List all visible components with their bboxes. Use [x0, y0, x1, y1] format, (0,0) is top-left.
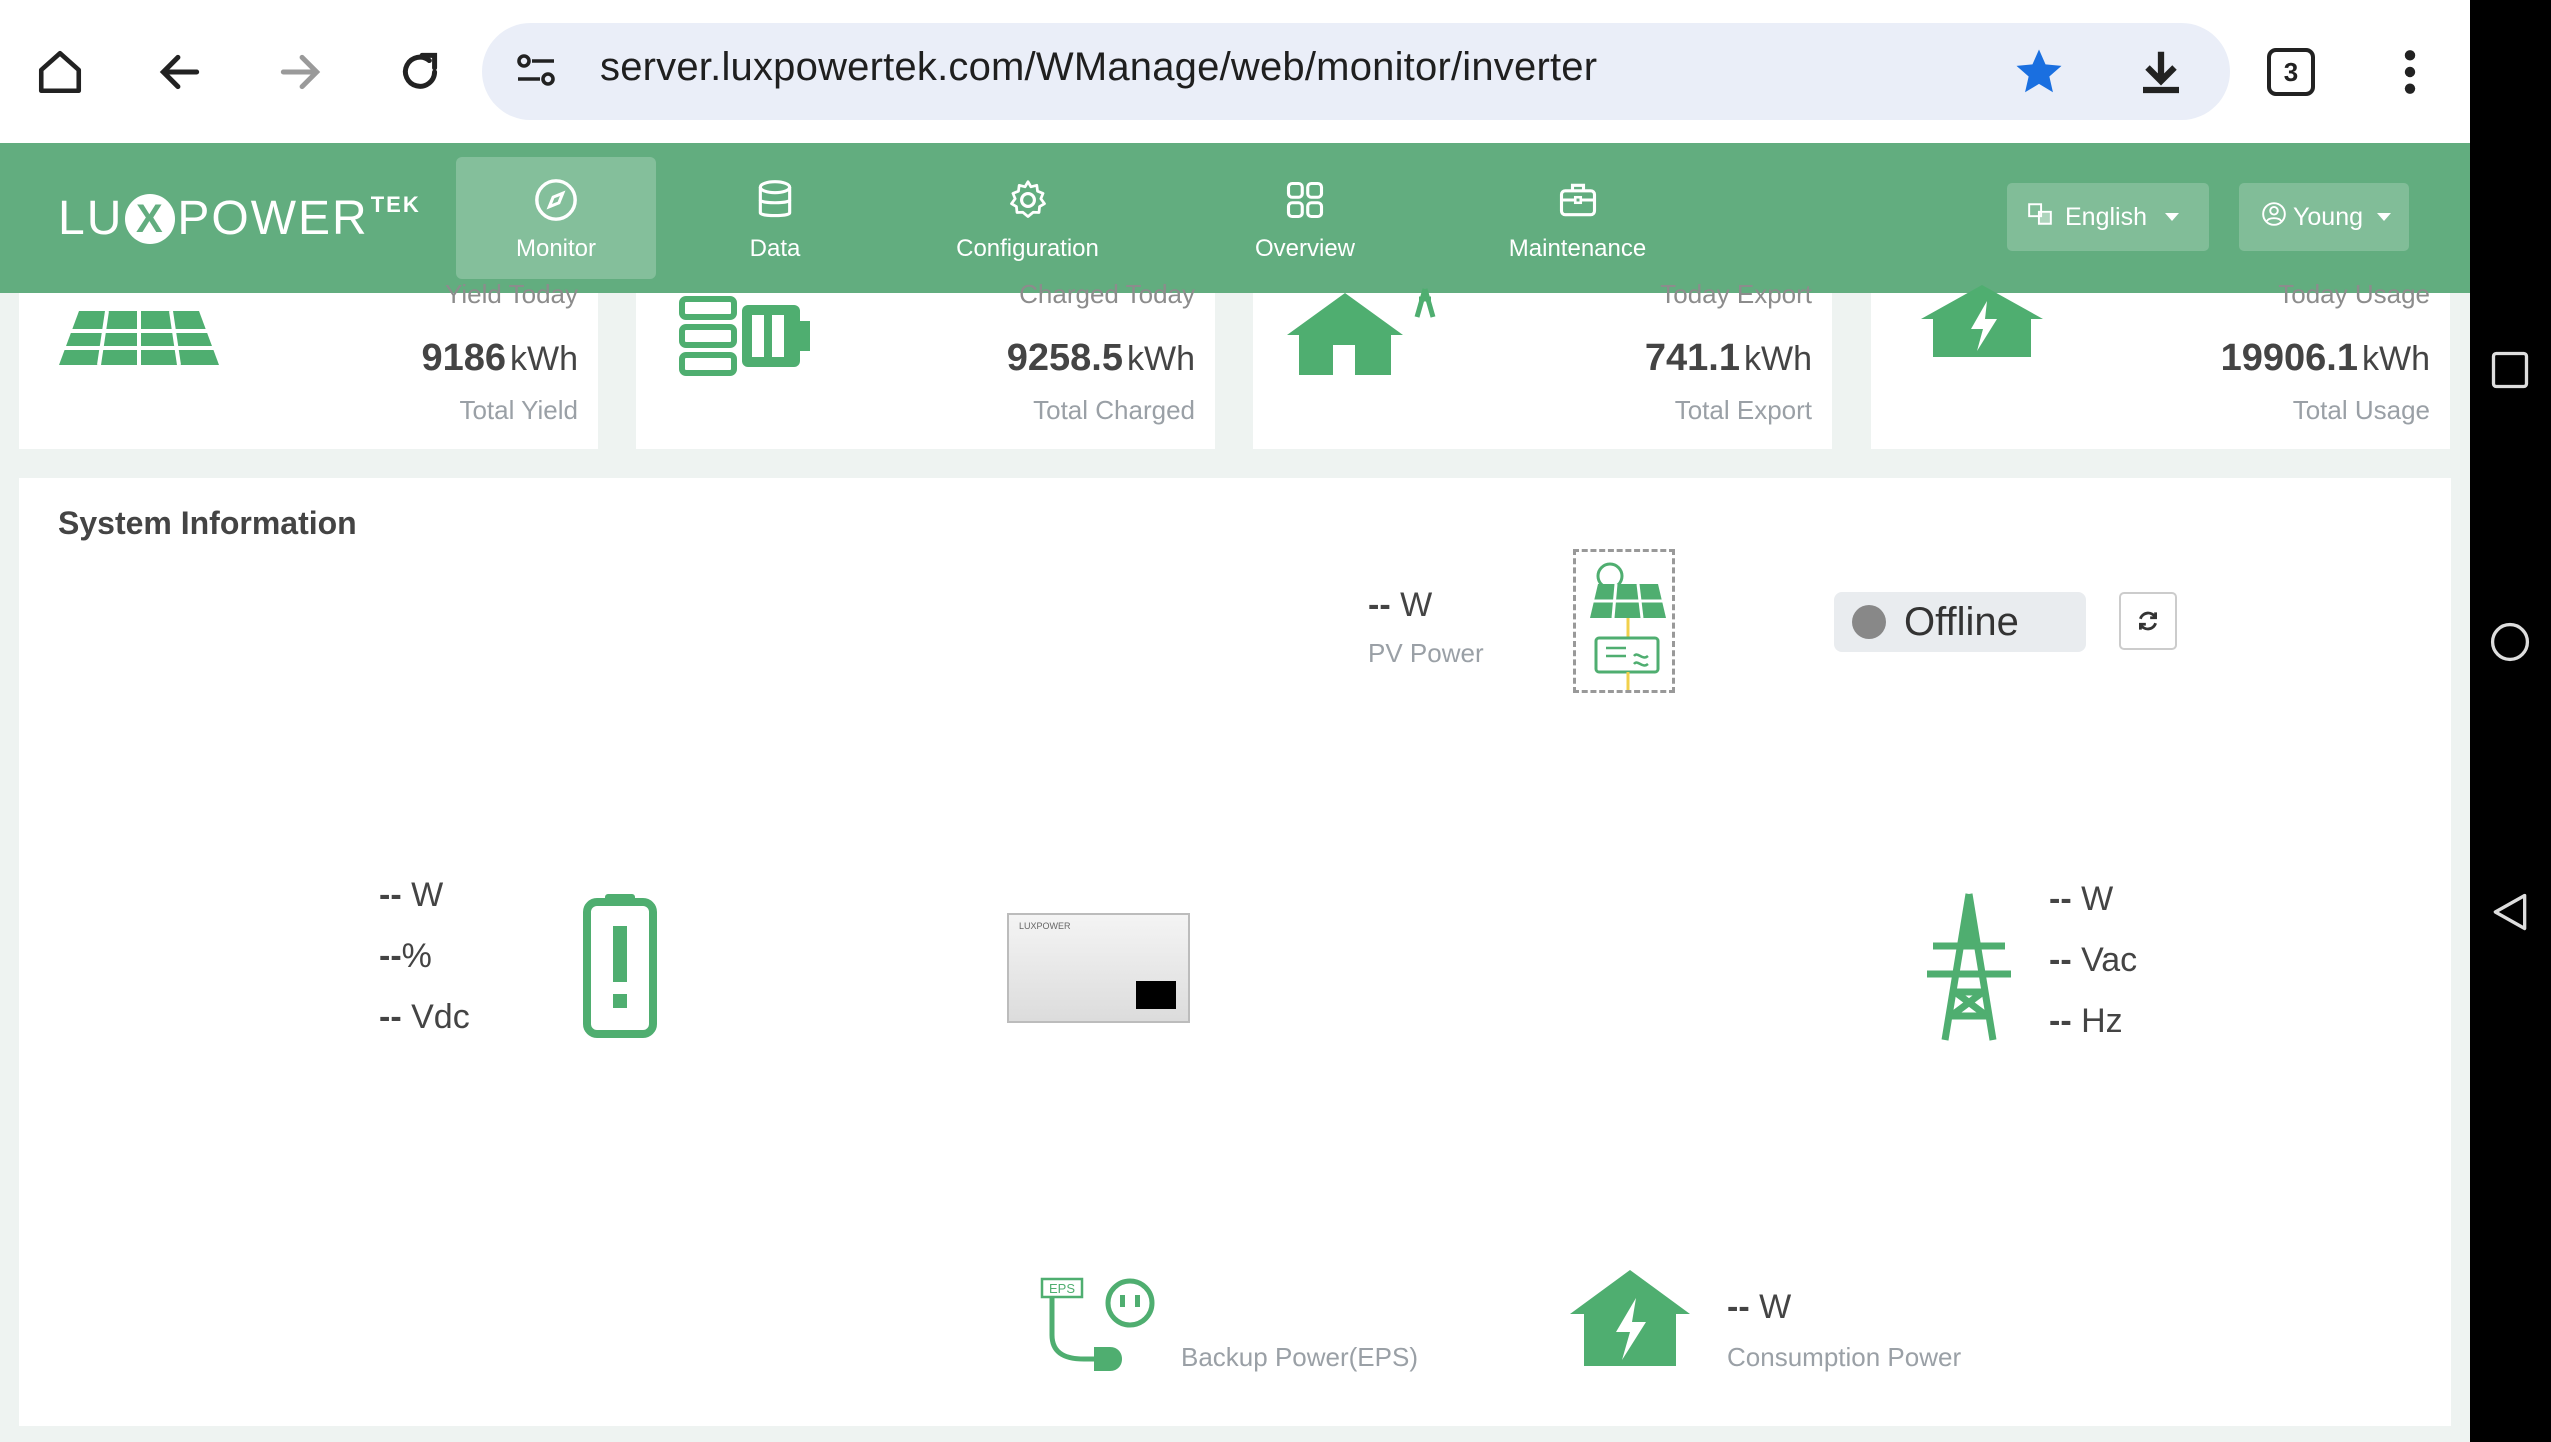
android-home-icon[interactable]	[2488, 620, 2532, 664]
battery-bank-icon	[678, 295, 812, 382]
home-icon[interactable]	[30, 42, 90, 102]
stat-card-usage: Today Usage 19906.1 kWh Total Usage	[1871, 279, 2450, 449]
android-back-icon[interactable]	[2488, 890, 2532, 934]
battery-alert-icon	[583, 892, 657, 1043]
status-badge: Offline	[1834, 592, 2086, 652]
database-icon	[680, 167, 870, 223]
grid-frequency-value: -- Hz	[2049, 1002, 2123, 1040]
battery-voltage-value: -- Vdc	[379, 998, 470, 1036]
house-tower-icon	[1281, 285, 1441, 382]
bookmark-star-icon[interactable]	[2012, 45, 2066, 104]
url-text[interactable]: server.luxpowertek.com/WManage/web/monit…	[600, 45, 1597, 90]
more-options-icon[interactable]	[2380, 42, 2440, 102]
battery-soc-value: --%	[379, 937, 432, 975]
status-dot	[1852, 605, 1886, 639]
inverter-screen	[1136, 981, 1176, 1009]
house-bolt-icon	[1917, 285, 2047, 362]
forward-arrow-icon[interactable]	[270, 42, 330, 102]
refresh-button[interactable]	[2119, 592, 2177, 650]
gear-icon	[910, 167, 1145, 223]
battery-power-value: -- W	[379, 876, 444, 914]
caret-down-icon	[2165, 213, 2179, 221]
stat-card-yield: Yield Today 9186 kWh Total Yield	[19, 279, 598, 449]
eps-badge-text: EPS	[1049, 1281, 1075, 1296]
total-charged-value: 9258.5 kWh	[1006, 337, 1195, 379]
stat-card-charged: Charged Today 9258.5 kWh Total Charged	[636, 279, 1215, 449]
nav-maintenance[interactable]: Maintenance	[1485, 157, 1670, 279]
grid-tower-icon	[1925, 892, 2013, 1047]
tab-switcher-button[interactable]: 3	[2267, 48, 2315, 96]
total-usage-value: 19906.1 kWh	[2220, 337, 2430, 379]
grid-icon	[1220, 167, 1390, 223]
browser-toolbar: server.luxpowertek.com/WManage/web/monit…	[0, 0, 2470, 143]
caret-down-icon	[2377, 213, 2391, 221]
address-bar[interactable]: server.luxpowertek.com/WManage/web/monit…	[482, 23, 2230, 120]
nav-data[interactable]: Data	[680, 157, 870, 279]
language-dropdown[interactable]: English	[2007, 183, 2209, 251]
luxpower-logo[interactable]: LU X POWER TEK	[58, 191, 421, 246]
system-information-panel: System Information -- W PV Power Offline…	[19, 478, 2451, 1426]
nav-monitor[interactable]: Monitor	[456, 157, 656, 279]
eps-plug-icon: EPS	[1038, 1275, 1158, 1380]
android-navigation-bar	[2470, 0, 2551, 1442]
nav-overview[interactable]: Overview	[1220, 157, 1390, 279]
total-export-value: 741.1 kWh	[1644, 337, 1812, 379]
total-yield-value: 9186 kWh	[421, 337, 578, 379]
refresh-icon	[2139, 611, 2157, 631]
grid-voltage-value: -- Vac	[2049, 941, 2138, 979]
consumption-power-value: -- W	[1727, 1288, 1792, 1326]
solar-panel-icon	[59, 287, 219, 372]
compass-icon	[456, 167, 656, 223]
nav-configuration[interactable]: Configuration	[910, 157, 1145, 279]
download-icon[interactable]	[2134, 45, 2188, 104]
back-arrow-icon[interactable]	[150, 42, 210, 102]
stat-card-export: Today Export 741.1 kWh Total Export	[1253, 279, 1832, 449]
site-settings-icon[interactable]	[512, 47, 560, 100]
consumption-house-icon	[1566, 1268, 1694, 1373]
inverter-device-image: LUXPOWER	[1007, 913, 1190, 1023]
pv-power-value: -- W	[1368, 586, 1433, 624]
app-header: LU X POWER TEK Monitor Data Configuration O…	[0, 143, 2470, 293]
screen: server.luxpowertek.com/WManage/web/monit…	[0, 0, 2470, 1442]
grid-power-value: -- W	[2049, 880, 2114, 918]
recent-apps-icon[interactable]	[2488, 348, 2532, 392]
translate-icon	[2027, 201, 2053, 234]
reload-icon[interactable]	[390, 42, 450, 102]
user-dropdown[interactable]: Young	[2239, 183, 2409, 251]
pv-inverter-icon	[1573, 549, 1675, 693]
user-avatar-icon	[2261, 201, 2287, 234]
briefcase-icon	[1485, 167, 1670, 223]
